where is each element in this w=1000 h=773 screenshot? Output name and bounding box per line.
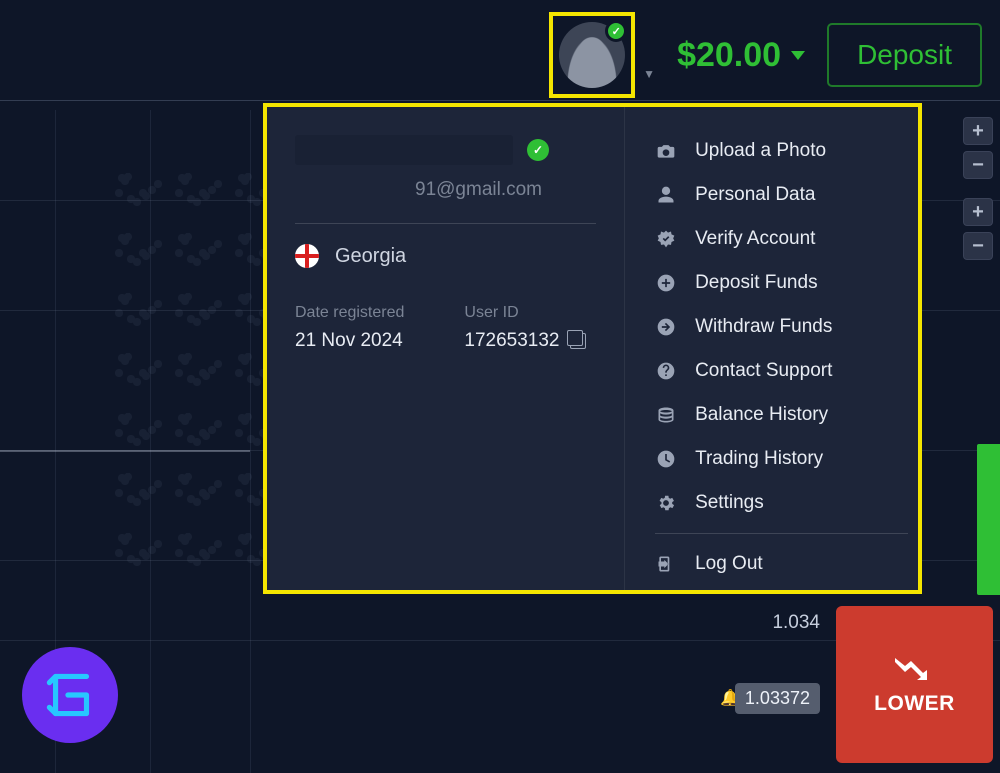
coins-icon bbox=[655, 404, 677, 426]
camera-icon bbox=[655, 140, 677, 162]
verify-icon bbox=[655, 228, 677, 250]
menu-deposit-funds[interactable]: Deposit Funds bbox=[655, 261, 908, 305]
copy-icon[interactable] bbox=[570, 333, 586, 349]
menu-withdraw-funds[interactable]: Withdraw Funds bbox=[655, 305, 908, 349]
question-circle-icon bbox=[655, 360, 677, 382]
menu-log-out[interactable]: Log Out bbox=[655, 542, 908, 586]
clock-icon bbox=[655, 448, 677, 470]
current-price-value: 1.03372 bbox=[745, 688, 810, 709]
menu-label: Verify Account bbox=[695, 228, 815, 250]
menu-label: Withdraw Funds bbox=[695, 316, 832, 338]
user-id-block: User ID 172653132 bbox=[464, 304, 585, 352]
price-indicator-bar bbox=[977, 444, 1000, 595]
current-price-badge: 1.03372 bbox=[735, 683, 820, 714]
platform-logo[interactable] bbox=[22, 647, 118, 743]
country-name: Georgia bbox=[335, 245, 406, 268]
menu-label: Contact Support bbox=[695, 360, 832, 382]
profile-dropdown-panel: ✓ 91@gmail.com Georgia Date registered 2… bbox=[263, 103, 922, 594]
menu-divider bbox=[655, 533, 908, 534]
flag-georgia-icon bbox=[295, 244, 319, 268]
profile-country: Georgia bbox=[295, 244, 596, 268]
zoom-controls-2: + − bbox=[963, 198, 993, 260]
account-balance[interactable]: $20.00 bbox=[677, 36, 805, 75]
menu-label: Upload a Photo bbox=[695, 140, 826, 162]
arrow-circle-icon bbox=[655, 316, 677, 338]
date-registered-block: Date registered 21 Nov 2024 bbox=[295, 304, 404, 352]
menu-label: Deposit Funds bbox=[695, 272, 818, 294]
verified-badge-icon: ✓ bbox=[527, 139, 549, 161]
gear-icon bbox=[655, 492, 677, 514]
menu-label: Personal Data bbox=[695, 184, 815, 206]
menu-settings[interactable]: Settings bbox=[655, 481, 908, 525]
menu-label: Trading History bbox=[695, 448, 823, 470]
profile-email: 91@gmail.com bbox=[295, 179, 596, 201]
user-id-value: 172653132 bbox=[464, 330, 559, 352]
profile-avatar-highlight: ✓ bbox=[549, 12, 635, 98]
verified-badge-icon: ✓ bbox=[605, 20, 627, 42]
balance-value: $20.00 bbox=[677, 36, 781, 75]
profile-menu-section: Upload a Photo Personal Data Verify Acco… bbox=[625, 107, 918, 590]
price-axis-label: 1.034 bbox=[772, 612, 820, 634]
header: ✓ ▼ $20.00 Deposit bbox=[0, 15, 1000, 95]
menu-contact-support[interactable]: Contact Support bbox=[655, 349, 908, 393]
lower-button-label: LOWER bbox=[874, 692, 955, 716]
menu-trading-history[interactable]: Trading History bbox=[655, 437, 908, 481]
menu-label: Log Out bbox=[695, 553, 763, 575]
zoom-out-button[interactable]: − bbox=[963, 232, 993, 260]
deposit-button[interactable]: Deposit bbox=[827, 23, 982, 87]
menu-verify-account[interactable]: Verify Account bbox=[655, 217, 908, 261]
logout-icon bbox=[655, 553, 677, 575]
menu-upload-photo[interactable]: Upload a Photo bbox=[655, 129, 908, 173]
menu-label: Settings bbox=[695, 492, 764, 514]
profile-name-redacted bbox=[295, 135, 513, 165]
chevron-down-icon[interactable]: ▼ bbox=[643, 67, 655, 81]
menu-balance-history[interactable]: Balance History bbox=[655, 393, 908, 437]
zoom-in-button[interactable]: + bbox=[963, 117, 993, 145]
zoom-in-button[interactable]: + bbox=[963, 198, 993, 226]
date-registered-value: 21 Nov 2024 bbox=[295, 330, 404, 352]
divider bbox=[295, 223, 596, 224]
profile-info-section: ✓ 91@gmail.com Georgia Date registered 2… bbox=[267, 107, 625, 590]
plus-circle-icon bbox=[655, 272, 677, 294]
lower-trade-button[interactable]: LOWER bbox=[836, 606, 993, 763]
caret-down-icon bbox=[791, 51, 805, 60]
menu-label: Balance History bbox=[695, 404, 828, 426]
date-registered-label: Date registered bbox=[295, 304, 404, 322]
zoom-controls-1: + − bbox=[963, 117, 993, 179]
zoom-out-button[interactable]: − bbox=[963, 151, 993, 179]
person-icon bbox=[655, 184, 677, 206]
trend-down-icon bbox=[893, 654, 937, 682]
menu-personal-data[interactable]: Personal Data bbox=[655, 173, 908, 217]
user-id-label: User ID bbox=[464, 304, 585, 322]
